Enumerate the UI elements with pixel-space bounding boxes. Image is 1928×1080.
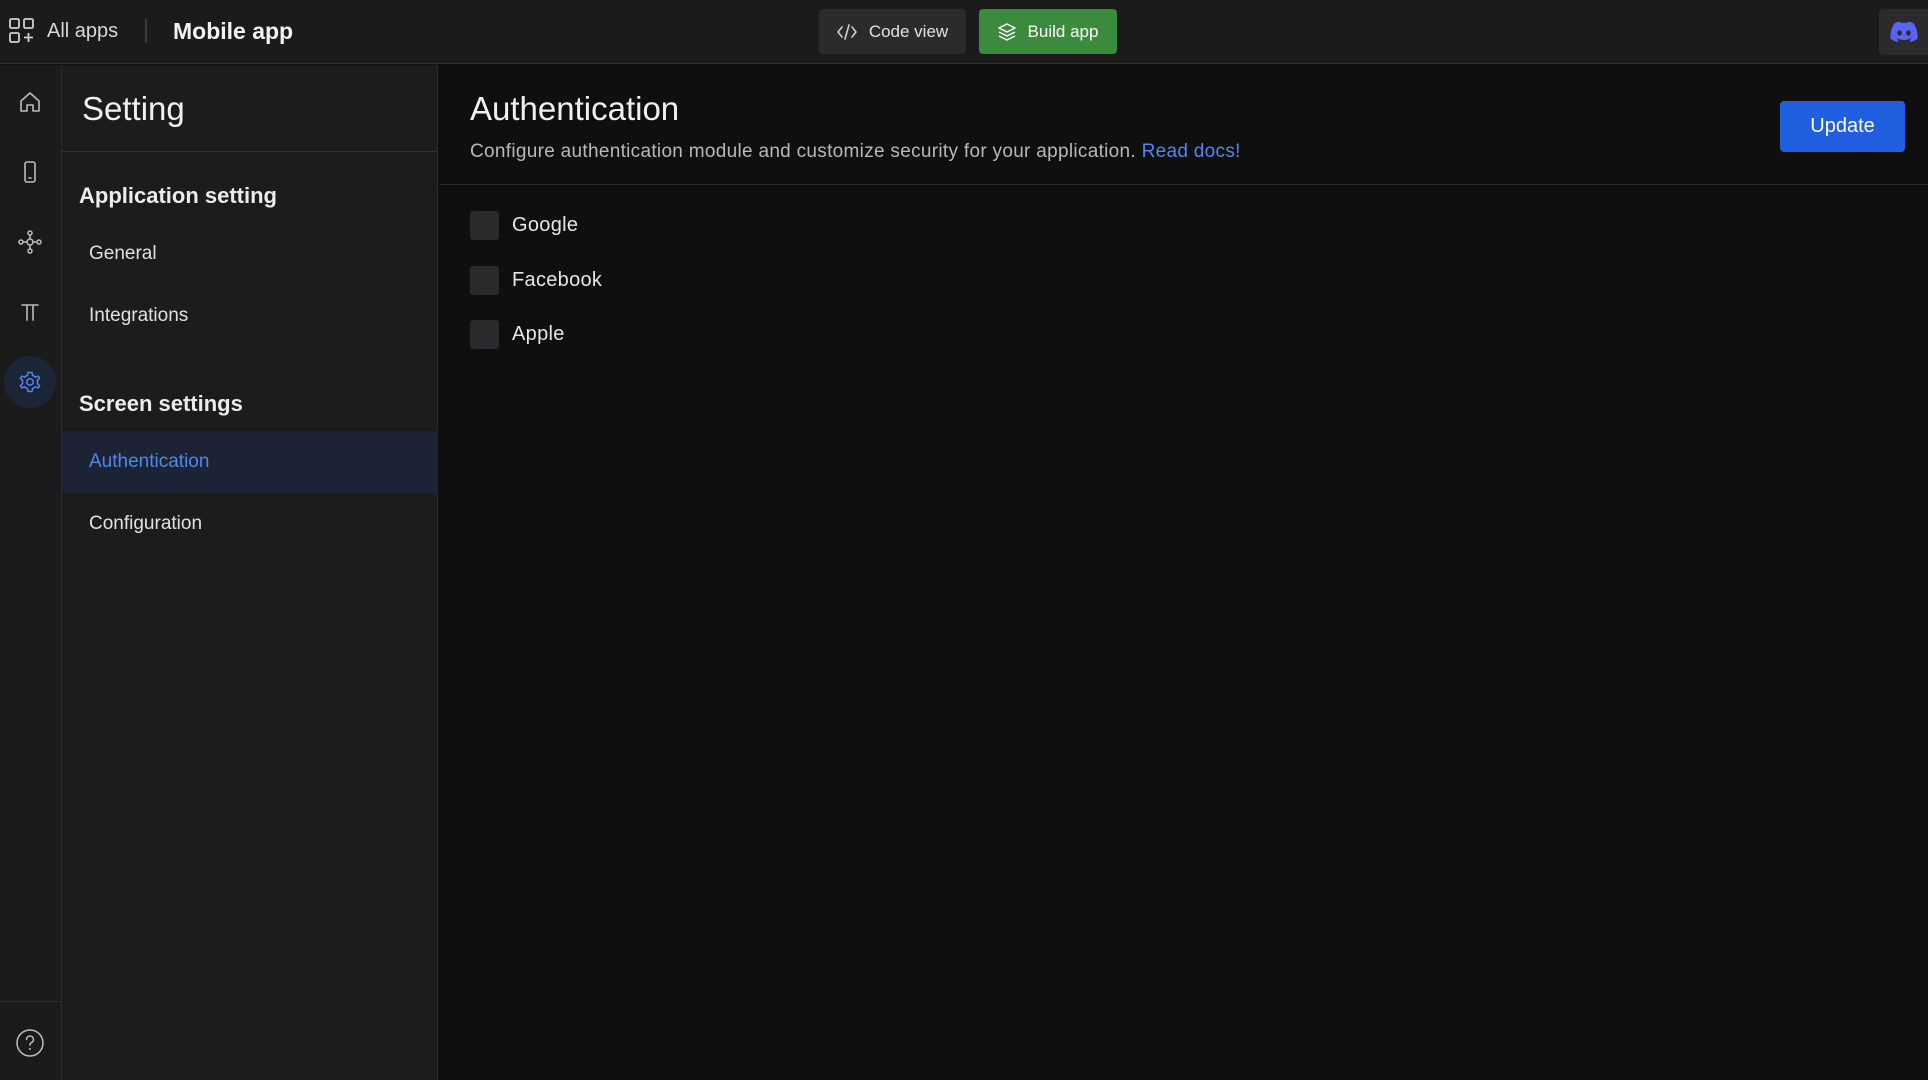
auth-option-google[interactable]: Google: [470, 210, 578, 240]
page-description: Configure authentication module and cust…: [470, 141, 1241, 163]
rail-settings[interactable]: [4, 356, 56, 408]
panel-divider: [62, 151, 438, 152]
layers-icon: [997, 22, 1016, 41]
nav-item-configuration[interactable]: Configuration: [62, 493, 438, 555]
code-icon: [837, 23, 857, 40]
section-heading-application: Application setting: [79, 183, 277, 208]
discord-icon: [1889, 21, 1918, 42]
build-app-label: Build app: [1027, 21, 1099, 41]
app-title: Mobile app: [173, 18, 294, 44]
google-label: Google: [512, 213, 579, 236]
nav-item-general[interactable]: General: [62, 223, 438, 285]
main-content: Authentication Configure authentication …: [439, 65, 1928, 1080]
panel-title: Setting: [82, 90, 185, 127]
section-heading-screen: Screen settings: [79, 391, 243, 416]
nav-item-integrations[interactable]: Integrations: [62, 285, 438, 347]
top-bar: All apps Mobile app Code view Build app: [0, 0, 1928, 64]
apple-label: Apple: [512, 322, 565, 345]
typography-icon: [21, 304, 39, 321]
google-checkbox[interactable]: [470, 210, 499, 240]
rail-divider: [0, 1001, 62, 1002]
build-app-button[interactable]: Build app: [979, 9, 1117, 54]
settings-panel: Setting Application setting General Inte…: [62, 65, 438, 1080]
all-apps-link[interactable]: All apps: [47, 20, 118, 43]
home-icon: [20, 92, 40, 112]
header-divider: [439, 184, 1928, 185]
auth-option-facebook[interactable]: Facebook: [470, 265, 602, 295]
rail-mobile[interactable]: [4, 146, 56, 198]
apps-grid-icon[interactable]: [8, 17, 36, 45]
gear-icon: [19, 371, 41, 393]
auth-option-apple[interactable]: Apple: [470, 319, 565, 349]
facebook-checkbox[interactable]: [470, 265, 499, 295]
help-icon: [16, 1029, 44, 1057]
nav-item-authentication[interactable]: Authentication: [62, 431, 438, 493]
code-view-label: Code view: [868, 21, 949, 41]
facebook-label: Facebook: [512, 268, 603, 291]
nodes-icon: [18, 230, 42, 254]
apple-checkbox[interactable]: [470, 319, 499, 349]
code-view-button[interactable]: Code view: [819, 9, 966, 54]
topbar-divider: [145, 19, 147, 43]
icon-rail: [0, 65, 62, 1080]
mobile-icon: [24, 161, 36, 183]
rail-workflow[interactable]: [4, 216, 56, 268]
rail-typography[interactable]: [4, 286, 56, 338]
discord-button[interactable]: [1879, 9, 1928, 55]
page-title: Authentication: [470, 90, 680, 127]
rail-help[interactable]: [4, 1017, 56, 1069]
description-text: Configure authentication module and cust…: [470, 141, 1136, 162]
read-docs-link[interactable]: Read docs!: [1142, 141, 1241, 162]
update-button[interactable]: Update: [1780, 101, 1905, 152]
rail-home[interactable]: [4, 76, 56, 128]
